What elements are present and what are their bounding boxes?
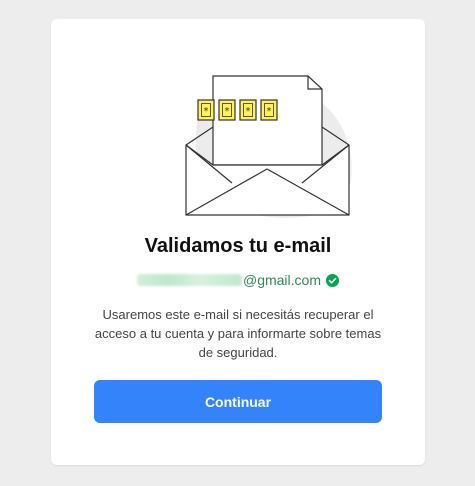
redacted-email-username: [136, 274, 242, 286]
email-address: @gmail.com: [51, 272, 425, 288]
description-text: Usaremos este e-mail si necesitás recupe…: [94, 307, 382, 360]
envelope-password-illustration: * * * *: [185, 75, 352, 218]
password-glyph-2: *: [225, 106, 230, 117]
password-glyph-4: *: [267, 106, 272, 117]
continue-button[interactable]: Continuar: [94, 380, 382, 423]
password-glyph-3: *: [246, 106, 251, 117]
email-validation-card: * * * * Validamos tu e-mail @gmail.com U…: [51, 19, 425, 465]
page-title: Validamos tu e-mail: [144, 235, 332, 257]
email-domain: @gmail.com: [242, 272, 321, 288]
password-glyph-1: *: [204, 106, 209, 117]
check-circle-icon: [326, 273, 339, 287]
